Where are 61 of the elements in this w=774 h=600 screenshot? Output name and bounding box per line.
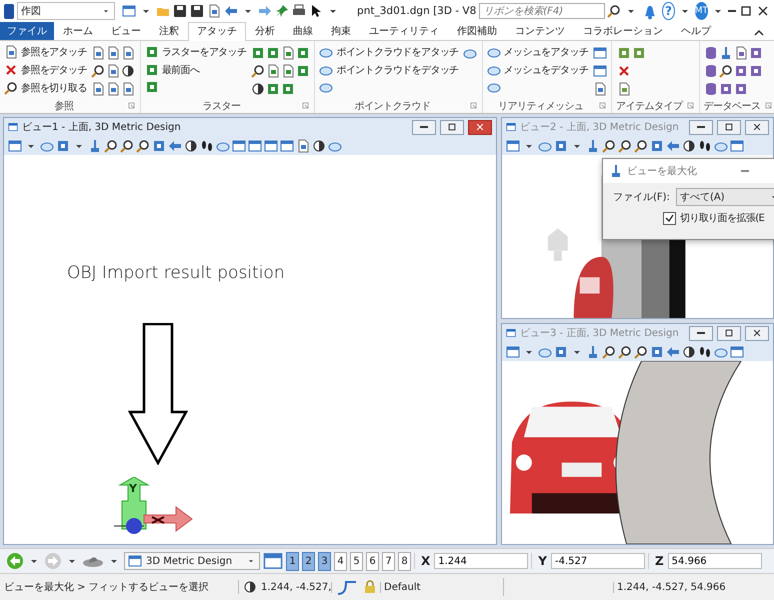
ribbon-button[interactable]: 最前面へ (144, 62, 246, 77)
view-toggle[interactable]: 3 (318, 552, 331, 570)
file-dropdown[interactable]: すべて(A) (676, 188, 774, 206)
ribbon-tab[interactable]: 拘束 (322, 22, 360, 40)
status-coordinates: 1.244, -4.527, 54.966 (613, 582, 726, 592)
ribbon-tab[interactable]: 分析 (246, 22, 284, 40)
view-toggle[interactable]: 8 (398, 552, 411, 570)
search-field[interactable]: リボンを検索(F4) (479, 3, 606, 19)
field-label: ファイル(F): (613, 191, 670, 204)
axis-label: X (421, 554, 430, 568)
workspace-dropdown[interactable]: 作図 (16, 2, 116, 20)
view-toggle[interactable]: 5 (350, 552, 363, 570)
view-title: ビュー1 - 上面, 3D Metric Design (22, 120, 181, 134)
ribbon-button[interactable]: ポイントクラウドをアタッチ (319, 44, 459, 59)
coordinate-field[interactable]: 54.966 (668, 553, 762, 569)
ribbon-button[interactable]: 参照をデタッチ (4, 62, 87, 77)
ribbon-button[interactable]: メッシュをデタッチ (486, 62, 588, 77)
view-toggle[interactable]: 6 (366, 552, 379, 570)
checkbox-label: 切り取り面を拡張(E (680, 212, 764, 225)
ribbon-button[interactable]: 参照をアタッチ (4, 44, 87, 59)
window-title: pnt_3d01.dgn [3D - V8 (357, 5, 476, 17)
ribbon-tab[interactable]: ファイル (0, 22, 54, 40)
help-button[interactable]: ? (662, 2, 675, 20)
axis-label: Y (129, 482, 137, 495)
ribbon-button[interactable]: ポイントクラウドをデタッチ (319, 62, 459, 77)
ribbon-tab[interactable]: コラボレーション (574, 22, 672, 40)
ribbon-tab[interactable]: 曲線 (284, 22, 322, 40)
status-coordinates: 1.244, -4.527, (261, 582, 332, 592)
ribbon-tab[interactable]: ヘルプ (672, 22, 720, 40)
ribbon-tab[interactable]: 作図補助 (448, 22, 506, 40)
ribbon-tab[interactable]: 注釈 (150, 22, 188, 40)
ribbon-tab[interactable]: ホーム (54, 22, 102, 40)
group-label: ラスター (202, 100, 241, 112)
dialog-title: ビューを最大化 (627, 164, 697, 178)
view-toggle[interactable]: 4 (334, 552, 347, 570)
ribbon-button[interactable]: 参照を切り取る (4, 80, 87, 95)
annotation-text: OBJ Import result position (67, 263, 285, 283)
coordinate-field[interactable]: 1.244 (434, 553, 528, 569)
ribbon-tab[interactable]: アタッチ (188, 22, 246, 41)
ribbon-tab[interactable]: コンテンツ (506, 22, 574, 40)
view-toggle[interactable]: 7 (382, 552, 395, 570)
coordinate-field[interactable]: -4.527 (550, 553, 645, 569)
view-title: ビュー2 - 上面, 3D Metric Design (520, 120, 679, 134)
group-label: データベース (704, 100, 761, 112)
ribbon-button[interactable]: メッシュをアタッチ (486, 44, 588, 59)
group-label: アイテムタイプ (616, 100, 683, 112)
ribbon-button[interactable]: ラスターをアタッチ (144, 44, 246, 59)
ribbon-tab[interactable]: ビュー (102, 22, 150, 40)
group-label: 参照 (54, 100, 74, 112)
status-level: Default (380, 582, 499, 592)
axis-label: Y (538, 554, 547, 568)
model-dropdown[interactable]: 3D Metric Design (124, 552, 260, 570)
view-toggle[interactable]: 2 (302, 552, 315, 570)
view-toggle[interactable]: 1 (286, 552, 299, 570)
group-label: リアリティメッシュ (498, 100, 584, 112)
view-title: ビュー3 - 正面, 3D Metric Design (520, 327, 679, 340)
status-prompt: ビューを最大化 > フィットするビューを選択 (4, 580, 239, 594)
user-avatar[interactable]: MT (694, 2, 708, 20)
ribbon-tab[interactable]: ユーティリティ (360, 22, 448, 40)
axis-label: Z (654, 554, 664, 568)
group-label: ポイントクラウド (354, 100, 431, 112)
